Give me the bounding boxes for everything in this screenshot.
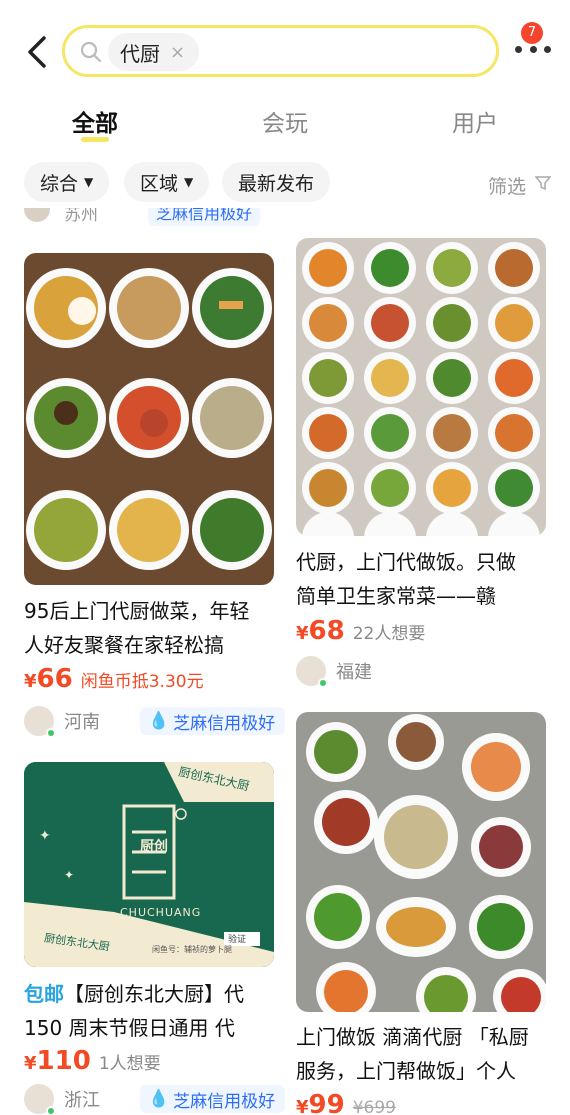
title-line: 人好友聚餐在家轻松搞 xyxy=(24,633,224,657)
filter-sort-label: 综合 xyxy=(40,172,79,195)
title-line: 服务，上门帮做饭」个人 xyxy=(296,1059,516,1083)
credit-badge: 💧 芝麻信用极好 xyxy=(140,1085,286,1113)
tab-bar: 全部 会玩 用户 xyxy=(0,100,570,152)
top-bar: 代厨 × 7 xyxy=(0,0,570,100)
watermark-text: 闲鱼号：辅祯的萝卜腿 xyxy=(152,945,232,954)
notification-badge: 7 xyxy=(521,22,543,44)
want-count: 22人想要 xyxy=(352,624,426,644)
active-tab-indicator xyxy=(81,137,109,142)
price: 66 xyxy=(36,664,73,694)
product-title[interactable]: 上门做饭 滴滴代厨 「私厨 服务，上门帮做饭」个人 xyxy=(296,1020,561,1088)
filter-region-label: 区域 xyxy=(140,172,179,195)
avatar xyxy=(296,656,328,688)
price: 99 xyxy=(308,1090,345,1115)
food-dishes-photo xyxy=(24,253,274,585)
price-row: ¥ 110 1人想要 xyxy=(24,1046,161,1076)
online-status-icon xyxy=(46,1106,56,1115)
more-menu-icon[interactable] xyxy=(515,44,551,56)
svg-text:✦: ✦ xyxy=(64,868,74,882)
free-shipping-tag: 包邮 xyxy=(24,982,64,1006)
clear-icon[interactable]: × xyxy=(170,42,185,63)
seller-row[interactable]: 河南 xyxy=(24,706,100,738)
back-arrow-icon[interactable] xyxy=(22,34,52,70)
seller-row[interactable]: 浙江 xyxy=(24,1084,100,1115)
coin-discount: 闲鱼币抵3.30元 xyxy=(80,672,204,692)
want-count: 1人想要 xyxy=(98,1054,161,1074)
location-text: 福建 xyxy=(336,662,372,683)
sift-button[interactable]: 筛选 xyxy=(488,172,526,199)
caret-down-icon: ▼ xyxy=(184,175,194,189)
online-status-icon xyxy=(318,678,328,688)
location-text: 河南 xyxy=(64,712,100,733)
credit-badge: 芝麻信用极好 xyxy=(148,208,261,226)
seller-row[interactable]: 福建 xyxy=(296,656,372,688)
currency-symbol: ¥ xyxy=(296,623,309,644)
credit-text: 芝麻信用极好 xyxy=(173,1091,276,1112)
filter-newest-label: 最新发布 xyxy=(238,172,315,195)
price-row: ¥ 99 ¥699 xyxy=(296,1090,396,1115)
price: 68 xyxy=(308,616,345,646)
online-status-icon xyxy=(46,728,56,738)
currency-symbol: ¥ xyxy=(24,1053,37,1074)
title-line: 代厨，上门代做饭。只做 xyxy=(296,550,516,574)
title-line: 150 周末节假日通用 代 xyxy=(24,1016,235,1040)
price: 110 xyxy=(36,1046,91,1076)
filter-newest[interactable]: 最新发布 xyxy=(222,162,331,202)
filter-bar: 综合 ▼ 区域 ▼ 最新发布 筛选 xyxy=(0,162,570,208)
tab-all[interactable]: 全部 xyxy=(72,104,118,138)
sesame-credit-icon: 💧 xyxy=(148,1089,170,1109)
original-price: ¥699 xyxy=(352,1098,396,1115)
brand-logo: 厨创 xyxy=(140,839,168,855)
title-line: 【厨创东北大厨】代 xyxy=(64,982,244,1006)
filter-sort[interactable]: 综合 ▼ xyxy=(24,162,110,202)
search-keyword-chip[interactable]: 代厨 × xyxy=(108,33,200,71)
currency-symbol: ¥ xyxy=(296,1097,309,1115)
location-text: 苏州 xyxy=(64,208,98,225)
clipped-previous-row: 苏州 芝麻信用极好 xyxy=(24,208,274,226)
price-row: ¥ 66 闲鱼币抵3.30元 xyxy=(24,664,204,694)
sesame-credit-icon: 💧 xyxy=(148,711,170,731)
product-image[interactable] xyxy=(296,712,546,1012)
filter-region[interactable]: 区域 ▼ xyxy=(124,162,210,202)
search-icon xyxy=(80,41,102,63)
currency-symbol: ¥ xyxy=(24,671,37,692)
food-dishes-photo xyxy=(296,238,546,536)
credit-badge: 💧 芝麻信用极好 xyxy=(140,707,286,735)
title-line: 简单卫生家常菜——赣 xyxy=(296,584,496,608)
avatar xyxy=(24,208,50,222)
tab-fun[interactable]: 会玩 xyxy=(262,104,308,138)
search-keyword: 代厨 xyxy=(120,41,160,66)
verified-stamp: 验证 xyxy=(228,935,247,945)
product-title[interactable]: 包邮【厨创东北大厨】代 150 周末节假日通用 代 xyxy=(24,977,284,1045)
price-row: ¥ 68 22人想要 xyxy=(296,616,425,646)
title-line: 95后上门代厨做菜，年轻 xyxy=(24,599,250,623)
tab-users[interactable]: 用户 xyxy=(452,104,498,138)
caret-down-icon: ▼ xyxy=(84,175,94,189)
avatar xyxy=(24,706,56,738)
product-image[interactable] xyxy=(24,253,274,585)
title-line: 上门做饭 滴滴代厨 「私厨 xyxy=(296,1025,529,1049)
avatar xyxy=(24,1084,56,1115)
location-text: 浙江 xyxy=(64,1090,100,1111)
product-image[interactable] xyxy=(296,238,546,536)
product-image[interactable]: ✦ ✦ CHUCHUANG 厨创东北大厨 厨创东北大厨 厨创 闲鱼号：辅祯的萝卜… xyxy=(24,762,274,967)
credit-text: 芝麻信用极好 xyxy=(173,713,276,734)
product-title[interactable]: 代厨，上门代做饭。只做 简单卫生家常菜——赣 xyxy=(296,545,556,613)
food-table-photo xyxy=(296,712,546,1012)
svg-text:✦: ✦ xyxy=(39,828,51,844)
funnel-icon[interactable] xyxy=(535,176,551,190)
brand-name: CHUCHUANG xyxy=(120,906,202,919)
product-title[interactable]: 95后上门代厨做菜，年轻 人好友聚餐在家轻松搞 xyxy=(24,594,284,662)
